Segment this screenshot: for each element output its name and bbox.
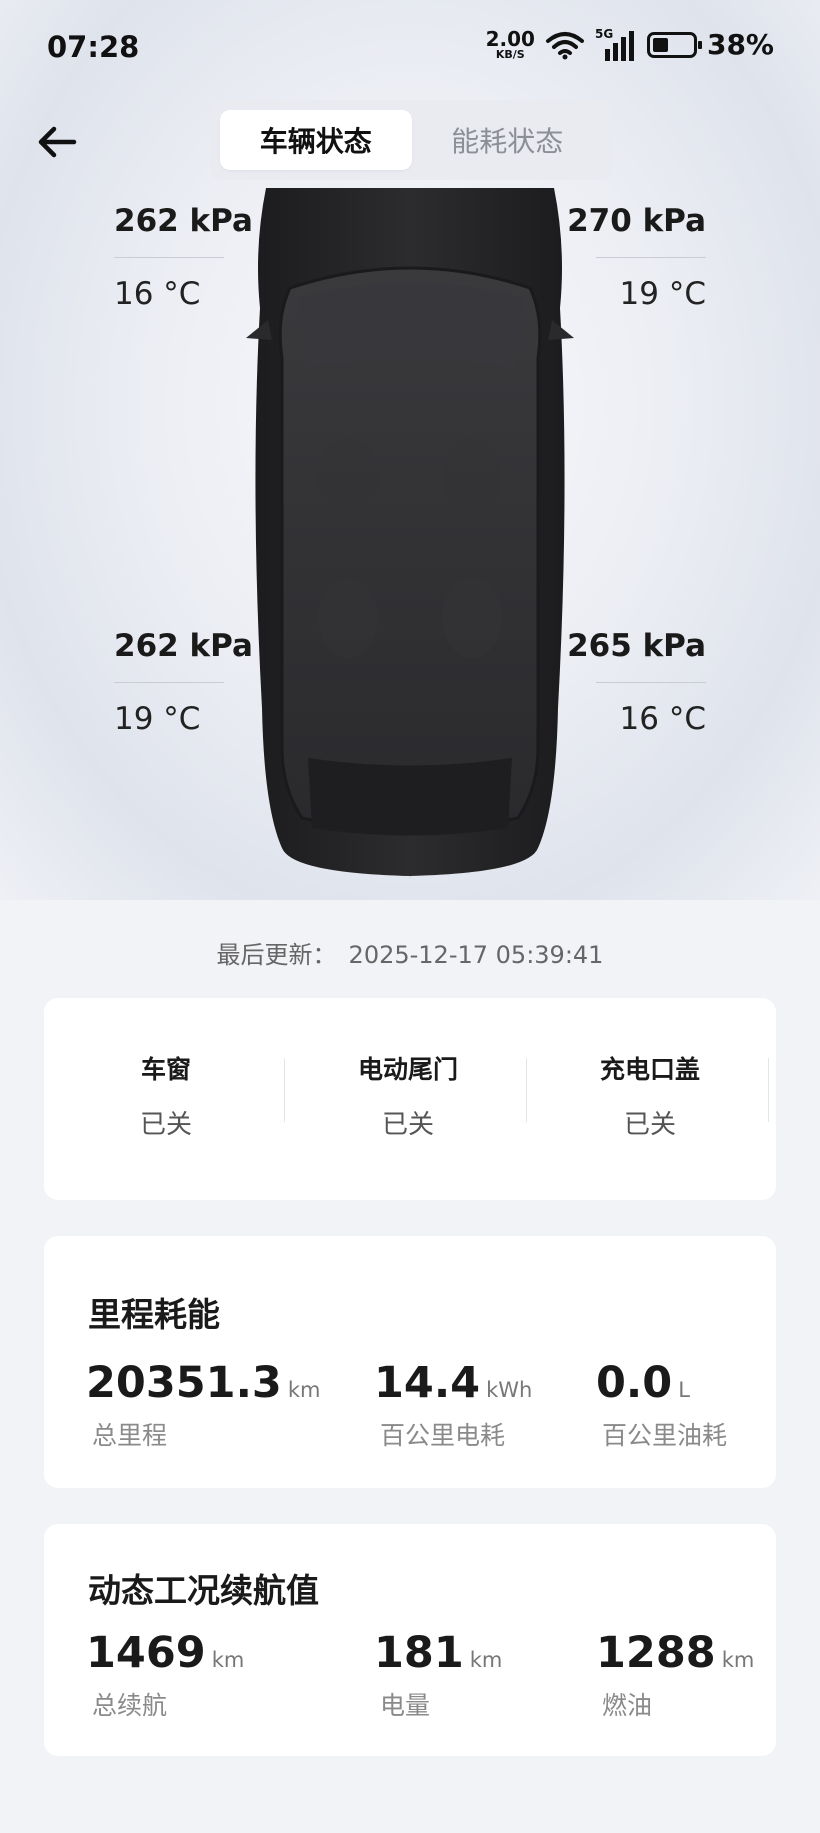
stat-fuel-range: 1288 km 燃油 [596,1628,754,1722]
arrow-left-icon [38,126,77,158]
status-tabs: 车辆状态 能耗状态 [210,100,613,180]
divider [596,682,706,683]
stat-label: 总续航 [92,1691,168,1720]
back-button[interactable] [36,122,78,162]
divider [114,257,224,258]
net-speed: 2.00 KB/S [486,29,535,60]
stat-label: 总里程 [92,1421,168,1450]
stat-unit: km [287,1378,321,1402]
divider [114,682,224,683]
status-icons: 2.00 KB/S 5G 38% [486,26,774,62]
card-title: 里程耗能 [88,1295,220,1334]
wifi-icon [545,31,584,59]
stat-total-mileage: 20351.3 km 总里程 [86,1358,320,1452]
stat-electricity-consumption: 14.4 kWh 百公里电耗 [374,1358,532,1452]
range-card: 动态工况续航值 1469 km 总续航 181 km 电量 1288 km 燃油 [44,1524,776,1756]
last-update-value: 2025-12-17 05:39:41 [348,941,604,969]
tab-energy-status[interactable]: 能耗状态 [412,110,604,170]
status-bar: 07:28 2.00 KB/S 5G 38% [0,0,820,96]
status-time: 07:28 [47,30,140,64]
net-speed-unit: KB/S [495,48,525,61]
stat-unit: L [678,1378,690,1402]
closure-window: 车窗 已关 [44,998,288,1200]
closure-title: 车窗 [140,1055,191,1084]
tire-temperature: 19 °C [619,276,706,312]
battery-icon [646,31,702,58]
stat-label: 百公里油耗 [602,1421,728,1450]
closure-tailgate: 电动尾门 已关 [286,998,530,1200]
tire-temperature: 19 °C [114,701,201,737]
tire-pressure: 262 kPa [114,628,253,664]
closure-status: 已关 [623,1110,676,1140]
net-speed-value: 2.00 [485,27,535,51]
stat-value: 181 [374,1628,464,1678]
stat-unit: km [211,1648,245,1672]
divider [284,1058,285,1122]
last-update-label: 最后更新： [216,941,337,969]
tire-front-left: 262 kPa 16 °C [114,203,254,312]
tire-pressure: 262 kPa [114,203,253,239]
divider [768,1058,769,1122]
stat-value: 1469 [86,1628,206,1678]
stat-label: 百公里电耗 [380,1421,506,1450]
stat-total-range: 1469 km 总续航 [86,1628,244,1722]
mileage-energy-card: 里程耗能 20351.3 km 总里程 14.4 kWh 百公里电耗 0.0 L 百公… [44,1236,776,1488]
battery-percent: 38% [706,28,774,61]
tire-temperature: 16 °C [114,276,201,312]
stat-value: 0.0 [596,1358,673,1408]
stat-label: 燃油 [602,1691,653,1720]
stat-fuel-consumption: 0.0 L 百公里油耗 [596,1358,727,1452]
closure-charge-port: 充电口盖 已关 [528,998,772,1200]
tab-vehicle-status[interactable]: 车辆状态 [220,110,412,170]
stat-unit: km [721,1648,755,1672]
closure-status: 已关 [139,1110,192,1140]
closure-title: 充电口盖 [599,1055,700,1084]
tire-temperature: 16 °C [619,701,706,737]
car-top-view-image [246,188,574,878]
tire-pressure: 270 kPa [567,203,706,239]
stat-electric-range: 181 km 电量 [374,1628,502,1722]
tire-front-right: 270 kPa 19 °C [566,203,706,312]
stat-value: 20351.3 [86,1358,282,1408]
stat-value: 14.4 [374,1358,481,1408]
tire-rear-left: 262 kPa 19 °C [114,628,254,737]
tire-pressure: 265 kPa [567,628,706,664]
tire-rear-right: 265 kPa 16 °C [566,628,706,737]
network-type-label: 5G [594,26,614,41]
closure-status-card: 车窗 已关 电动尾门 已关 充电口盖 已关 [44,998,776,1200]
cellular-signal-icon: 5G [594,26,637,61]
closure-title: 电动尾门 [357,1055,458,1084]
card-title: 动态工况续航值 [88,1571,319,1610]
stat-unit: km [469,1648,503,1672]
stat-value: 1288 [596,1628,716,1678]
closure-status: 已关 [381,1110,434,1140]
divider [526,1058,527,1122]
last-update: 最后更新： 2025-12-17 05:39:41 [0,935,820,970]
stat-unit: kWh [486,1378,533,1402]
stat-label: 电量 [380,1691,431,1720]
divider [596,257,706,258]
